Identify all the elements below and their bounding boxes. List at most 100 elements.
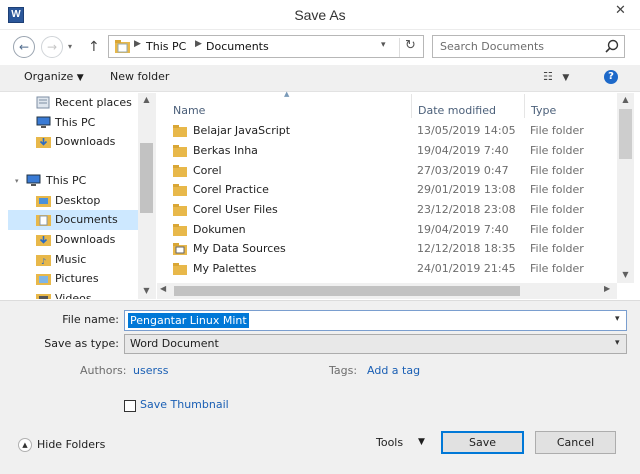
table-row[interactable]: My Data Sources 12/12/2018 18:35 File fo… <box>164 239 616 259</box>
cancel-button[interactable]: Cancel <box>535 431 616 454</box>
chevron-down-icon: ▼ <box>76 73 84 83</box>
search-box[interactable] <box>432 35 625 58</box>
address-segment-documents[interactable]: Documents <box>206 40 269 53</box>
address-segment-this-pc[interactable]: This PC <box>146 40 186 53</box>
file-name: Belajar JavaScript <box>193 124 291 137</box>
sidebar-item-this-pc-root[interactable]: ▾ This PC <box>0 171 138 191</box>
folder-icon <box>173 165 187 177</box>
details-view-icon: ☷ <box>543 70 553 83</box>
forward-arrow-icon[interactable]: → <box>41 36 63 58</box>
file-date: 12/12/2018 18:35 <box>417 242 516 255</box>
up-arrow-icon[interactable]: ↑ <box>88 37 102 57</box>
file-date: 19/04/2019 7:40 <box>417 144 509 157</box>
scroll-down-icon[interactable]: ▼ <box>617 270 634 279</box>
sidebar-item-label: Videos <box>55 292 92 299</box>
organize-button[interactable]: Organize ▼ <box>24 70 84 83</box>
table-row[interactable]: Belajar JavaScript 13/05/2019 14:05 File… <box>164 121 616 141</box>
file-date: 19/04/2019 7:40 <box>417 223 509 236</box>
column-header-date-modified[interactable]: Date modified <box>418 104 496 117</box>
add-tag-link[interactable]: Add a tag <box>367 364 420 377</box>
back-arrow-icon[interactable]: ← <box>13 36 35 58</box>
sidebar-item-label: Pictures <box>55 272 99 285</box>
table-row[interactable]: My Palettes 24/01/2019 21:45 File folder <box>164 259 616 279</box>
sidebar-item-label: Desktop <box>55 194 101 207</box>
chevron-down-icon[interactable]: ▼ <box>418 437 425 447</box>
navigation-pane[interactable]: Recent places This PC Downloads ▾ This P… <box>0 93 156 299</box>
change-view-button[interactable]: ☷ ▼ <box>543 70 577 83</box>
file-date: 24/01/2019 21:45 <box>417 262 516 275</box>
file-type: File folder <box>530 203 584 216</box>
close-button[interactable]: ✕ <box>601 0 640 22</box>
help-icon[interactable]: ? <box>604 70 618 84</box>
table-row[interactable]: Berkas Inha 19/04/2019 7:40 File folder <box>164 141 616 161</box>
sort-ascending-icon: ▲ <box>284 90 290 98</box>
file-name: My Data Sources <box>193 242 286 255</box>
sidebar-item-downloads-pc[interactable]: Downloads <box>0 230 138 250</box>
sidebar-item-recent-places[interactable]: Recent places <box>0 93 138 113</box>
folder-icon <box>173 145 187 157</box>
save-button[interactable]: Save <box>441 431 524 454</box>
address-bar[interactable]: ▶ This PC ▶ Documents ▾ ↻ <box>108 35 424 58</box>
chevron-down-icon[interactable]: ▾ <box>615 338 620 348</box>
column-divider[interactable] <box>524 94 525 118</box>
vertical-scrollbar-thumb[interactable] <box>619 109 632 159</box>
sidebar-item-documents[interactable]: Documents <box>8 210 138 230</box>
organize-label: Organize <box>24 70 74 83</box>
chevron-down-icon[interactable]: ▾ <box>381 40 386 50</box>
chevron-right-icon[interactable]: ▶ <box>195 39 202 49</box>
pictures-icon <box>36 274 51 285</box>
table-row[interactable]: Corel Practice 29/01/2019 13:08 File fol… <box>164 180 616 200</box>
scroll-left-icon[interactable]: ◀ <box>160 284 166 293</box>
chevron-right-icon[interactable]: ▶ <box>134 39 141 49</box>
search-icon[interactable] <box>605 39 619 53</box>
filename-label: File name: <box>62 313 119 326</box>
table-row[interactable]: Dokumen 19/04/2019 7:40 File folder <box>164 220 616 240</box>
column-header-name[interactable]: Name <box>173 104 205 117</box>
file-name: Corel User Files <box>193 203 278 216</box>
authors-value[interactable]: userss <box>133 364 168 377</box>
hide-folders-button[interactable]: Hide Folders <box>37 438 105 451</box>
file-name: Berkas Inha <box>193 144 258 157</box>
sidebar-item-videos[interactable]: Videos <box>0 289 138 299</box>
column-header-type[interactable]: Type <box>531 104 556 117</box>
chevron-down-icon[interactable]: ▾ <box>615 314 620 324</box>
scroll-up-icon[interactable]: ▲ <box>138 95 155 104</box>
file-type: File folder <box>530 124 584 137</box>
sidebar-item-label: Downloads <box>55 135 116 148</box>
save-thumbnail-label[interactable]: Save Thumbnail <box>140 398 229 411</box>
horizontal-scrollbar-thumb[interactable] <box>174 286 520 296</box>
window-title: Save As <box>294 7 346 23</box>
sidebar-item-this-pc[interactable]: This PC <box>0 113 138 133</box>
scroll-right-icon[interactable]: ▶ <box>604 284 610 293</box>
new-folder-button[interactable]: New folder <box>110 70 169 83</box>
tags-label: Tags: <box>329 364 358 377</box>
chevron-up-icon[interactable]: ▲ <box>18 438 32 452</box>
expand-chevron-icon[interactable]: ▾ <box>15 171 19 191</box>
table-row[interactable]: Corel 27/03/2019 0:47 File folder <box>164 161 616 181</box>
save-thumbnail-checkbox[interactable] <box>124 400 136 412</box>
file-type: File folder <box>530 262 584 275</box>
filename-field[interactable]: Pengantar Linux Mint ▾ <box>124 310 627 331</box>
file-date: 29/01/2019 13:08 <box>417 183 516 196</box>
scroll-up-icon[interactable]: ▲ <box>617 95 634 104</box>
navigation-scrollbar-thumb[interactable] <box>140 143 153 213</box>
file-type: File folder <box>530 223 584 236</box>
sidebar-item-label: Documents <box>55 213 118 226</box>
filename-value[interactable]: Pengantar Linux Mint <box>128 313 249 328</box>
sidebar-item-pictures[interactable]: Pictures <box>0 269 138 289</box>
computer-icon <box>36 116 51 128</box>
videos-icon <box>36 294 51 299</box>
column-divider[interactable] <box>411 94 412 118</box>
folder-icon <box>173 204 187 216</box>
refresh-icon[interactable]: ↻ <box>399 38 423 57</box>
sidebar-item-desktop[interactable]: Desktop <box>0 191 138 211</box>
file-name: Corel <box>193 164 222 177</box>
sidebar-item-downloads[interactable]: Downloads <box>0 132 138 152</box>
search-input[interactable] <box>433 36 603 57</box>
sidebar-item-music[interactable]: ♪ Music <box>0 250 138 270</box>
save-as-type-select[interactable]: Word Document ▾ <box>124 334 627 354</box>
scroll-down-icon[interactable]: ▼ <box>138 286 155 295</box>
recent-locations-chevron-icon[interactable]: ▾ <box>68 37 80 57</box>
tools-button[interactable]: Tools <box>376 436 403 449</box>
table-row[interactable]: Corel User Files 23/12/2018 23:08 File f… <box>164 200 616 220</box>
